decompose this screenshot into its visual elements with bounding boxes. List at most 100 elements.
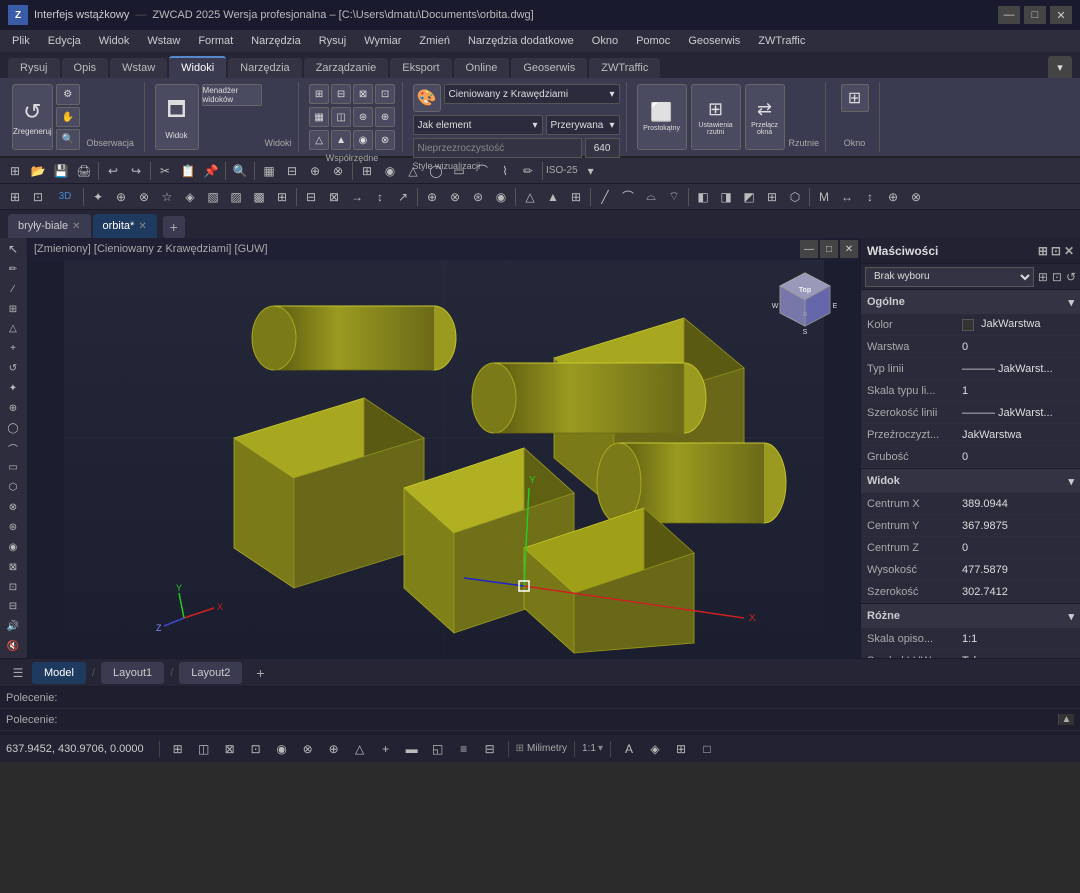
tb2-btn15[interactable]: ↕ <box>369 186 391 208</box>
status-ortho-btn[interactable]: ⊠ <box>219 738 241 760</box>
nav-cube[interactable]: Top N S W E <box>770 268 840 338</box>
tb2-btn9[interactable]: ▨ <box>225 186 247 208</box>
prop-row-skala-typu[interactable]: Skala typu li... 1 <box>861 380 1080 402</box>
przelacz-button[interactable]: ⇄ Przełącz okna <box>745 84 785 150</box>
tb2-btn1[interactable]: ⊞ <box>4 186 26 208</box>
prop-hdr-btn1[interactable]: ⊞ <box>1038 244 1048 258</box>
tb1-btn10[interactable]: ⊕ <box>304 160 326 182</box>
tb2-btn27[interactable]: ⌔ <box>663 186 685 208</box>
status-clean-btn[interactable]: □ <box>696 738 718 760</box>
style-dropdown2[interactable]: Jak element ▾ <box>413 115 543 135</box>
ws-btn8[interactable]: ⊕ <box>375 107 395 127</box>
prop-row-przezr[interactable]: Przeźroczyzt... JakWarstwa <box>861 424 1080 446</box>
lt-btn12[interactable]: ▭ <box>2 458 24 477</box>
command-input-2[interactable] <box>61 714 1058 726</box>
add-doc-tab-button[interactable]: + <box>163 216 185 238</box>
ws-btn1[interactable]: ⊞ <box>309 84 329 104</box>
prop-row-typ-linii[interactable]: Typ linii ——— JakWarst... <box>861 358 1080 380</box>
viewport[interactable]: [Zmieniony] [Cieniowany z Krawędziami] [… <box>28 238 860 658</box>
visual-style-icon[interactable]: 🎨 <box>413 84 441 112</box>
lt-btn9[interactable]: ⊕ <box>2 399 24 418</box>
lt-btn21[interactable]: 🔇 <box>2 637 24 656</box>
ws-btn5[interactable]: ▦ <box>309 107 329 127</box>
sel-btn1[interactable]: ⊞ <box>1038 270 1048 284</box>
tb1-btn16[interactable]: ▭ <box>448 160 470 182</box>
pan-button[interactable]: ✋ <box>56 107 80 128</box>
menu-zwtraffic[interactable]: ZWTraffic <box>750 33 813 49</box>
tb2-btn11[interactable]: ⊞ <box>271 186 293 208</box>
maximize-button[interactable]: □ <box>1024 6 1046 24</box>
ws-btn7[interactable]: ⊛ <box>353 107 373 127</box>
tb1-btn14[interactable]: △ <box>402 160 424 182</box>
tb1-btn1[interactable]: ⊞ <box>4 160 26 182</box>
tb2-btn17[interactable]: ⊕ <box>421 186 443 208</box>
visual-style-dropdown[interactable]: Cieniowany z Krawędziami ▾ <box>444 84 620 104</box>
tb1-btn13[interactable]: ◉ <box>379 160 401 182</box>
ribbon-tab-widoki[interactable]: Widoki <box>169 56 226 78</box>
doc-tab-bryly-close[interactable]: ✕ <box>72 221 80 232</box>
regen-all-button[interactable]: ⚙ <box>56 84 80 105</box>
prop-close-btn[interactable]: ✕ <box>1064 244 1074 258</box>
tb2-btn36[interactable]: ⊕ <box>882 186 904 208</box>
prop-section-ogolne-header[interactable]: Ogólne ▾ <box>861 290 1080 314</box>
close-button[interactable]: ✕ <box>1050 6 1072 24</box>
ribbon-tab-online[interactable]: Online <box>454 58 510 78</box>
prostokat-button[interactable]: ⬜ Prostokątny <box>637 84 687 150</box>
tb1-btn17[interactable]: ⌒ <box>471 160 493 182</box>
tb1-btn9[interactable]: ⊟ <box>281 160 303 182</box>
lt-btn4[interactable]: ⊞ <box>2 300 24 319</box>
status-3dosnap-btn[interactable]: ⊗ <box>297 738 319 760</box>
bottom-tab-model[interactable]: Model <box>32 662 86 684</box>
tb2-btn32[interactable]: ⬡ <box>784 186 806 208</box>
sel-btn2[interactable]: ⊡ <box>1052 270 1062 284</box>
ribbon-tab-narzedzia[interactable]: Narzędzia <box>228 58 302 78</box>
tb1-btn2[interactable]: 📂 <box>27 160 49 182</box>
tb1-redo[interactable]: ↪ <box>125 160 147 182</box>
tb1-undo[interactable]: ↩ <box>102 160 124 182</box>
lt-btn19[interactable]: ⊟ <box>2 597 24 616</box>
tb1-btn6[interactable]: 📋 <box>177 160 199 182</box>
menu-rysuj[interactable]: Rysuj <box>311 33 355 49</box>
tb2-3d[interactable]: 3D <box>50 186 80 208</box>
prop-row-szerokosc[interactable]: Szerokość linii ——— JakWarst... <box>861 402 1080 424</box>
ribbon-expand-btn[interactable]: ▾ <box>1048 56 1072 78</box>
ribbon-tab-zwtraffic[interactable]: ZWTraffic <box>589 58 660 78</box>
tb2-btn12[interactable]: ⊟ <box>300 186 322 208</box>
ws-btn2[interactable]: ⊟ <box>331 84 351 104</box>
tb2-btn30[interactable]: ◩ <box>738 186 760 208</box>
add-layout-button[interactable]: + <box>250 663 270 683</box>
prop-hdr-btn2[interactable]: ⊡ <box>1051 244 1061 258</box>
tb1-btn18[interactable]: ⌇ <box>494 160 516 182</box>
lt-btn10[interactable]: ◯ <box>2 419 24 438</box>
lt-btn16[interactable]: ◉ <box>2 538 24 557</box>
tb1-btn12[interactable]: ⊞ <box>356 160 378 182</box>
tb2-btn25[interactable]: ⌒ <box>617 186 639 208</box>
menu-okno[interactable]: Okno <box>584 33 626 49</box>
lt-btn8[interactable]: ✦ <box>2 379 24 398</box>
status-otrack-btn[interactable]: ⊕ <box>323 738 345 760</box>
status-dyn-btn[interactable]: + <box>375 738 397 760</box>
tb2-btn26[interactable]: ⌓ <box>640 186 662 208</box>
status-polar-btn[interactable]: ⊡ <box>245 738 267 760</box>
status-ws-btn[interactable]: ◈ <box>644 738 666 760</box>
lt-btn15[interactable]: ⊛ <box>2 518 24 537</box>
ribbon-tab-wstaw[interactable]: Wstaw <box>110 58 167 78</box>
lt-btn17[interactable]: ⊠ <box>2 558 24 577</box>
ws-btn9[interactable]: △ <box>309 130 329 150</box>
menu-geoserwis[interactable]: Geoserwis <box>680 33 748 49</box>
lt-btn7[interactable]: ↺ <box>2 359 24 378</box>
tb1-layer[interactable]: ▦ <box>258 160 280 182</box>
tb2-btn24[interactable]: ╱ <box>594 186 616 208</box>
tb2-btn29[interactable]: ◨ <box>715 186 737 208</box>
prop-section-widok-header[interactable]: Widok ▾ <box>861 469 1080 493</box>
menu-plik[interactable]: Plik <box>4 33 38 49</box>
prop-row-warstwa[interactable]: Warstwa 0 <box>861 336 1080 358</box>
tb2-btn7[interactable]: ◈ <box>179 186 201 208</box>
tb2-btn13[interactable]: ⊠ <box>323 186 345 208</box>
tb2-btn5[interactable]: ⊗ <box>133 186 155 208</box>
doc-tab-orbita-close[interactable]: ✕ <box>138 221 146 232</box>
ws-btn10[interactable]: ▲ <box>331 130 351 150</box>
status-ducs-btn[interactable]: △ <box>349 738 371 760</box>
prop-row-grubosc[interactable]: Grubość 0 <box>861 446 1080 468</box>
tb2-btn3[interactable]: ✦ <box>87 186 109 208</box>
